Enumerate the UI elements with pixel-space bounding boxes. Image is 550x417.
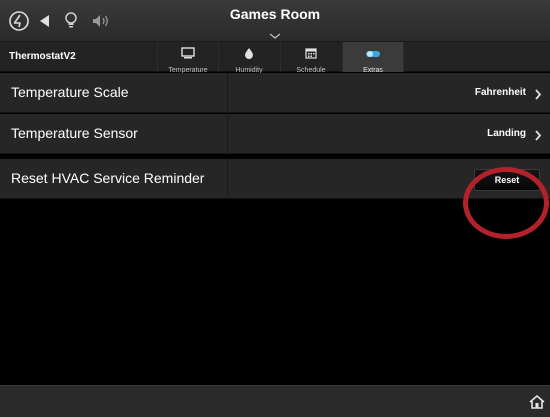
- room-title[interactable]: Games Room: [0, 6, 550, 22]
- setting-label: Temperature Sensor: [11, 125, 138, 141]
- tab-extras[interactable]: Extras: [343, 42, 403, 74]
- chevron-right-icon[interactable]: [534, 128, 542, 146]
- setting-value: Fahrenheit: [474, 87, 526, 98]
- home-icon[interactable]: [528, 394, 546, 415]
- toggle-icon: [365, 46, 381, 64]
- device-tab-bar: ThermostatV2 Temperature Humidity Schedu…: [0, 42, 550, 74]
- tab-divider: [403, 42, 404, 72]
- row-divider: [227, 73, 228, 113]
- top-navigation-bar: Games Room: [0, 0, 550, 42]
- chevron-right-icon[interactable]: [534, 87, 542, 105]
- tab-schedule[interactable]: Schedule: [281, 42, 341, 74]
- tab-humidity[interactable]: Humidity: [219, 42, 279, 74]
- droplet-icon: [244, 46, 254, 64]
- setting-row-temperature-scale[interactable]: Temperature Scale Fahrenheit: [0, 73, 550, 113]
- bottom-bar: [0, 385, 550, 417]
- setting-label: Temperature Scale: [11, 84, 129, 100]
- highlight-circle: [463, 167, 549, 239]
- row-divider: [227, 159, 228, 199]
- calendar-icon: [305, 46, 317, 64]
- tab-temperature[interactable]: Temperature: [158, 42, 218, 74]
- setting-label: Reset HVAC Service Reminder: [11, 170, 205, 186]
- row-divider: [227, 114, 228, 154]
- setting-value: Landing: [487, 128, 526, 139]
- monitor-icon: [181, 46, 195, 64]
- device-name: ThermostatV2: [9, 51, 76, 62]
- setting-row-temperature-sensor[interactable]: Temperature Sensor Landing: [0, 114, 550, 154]
